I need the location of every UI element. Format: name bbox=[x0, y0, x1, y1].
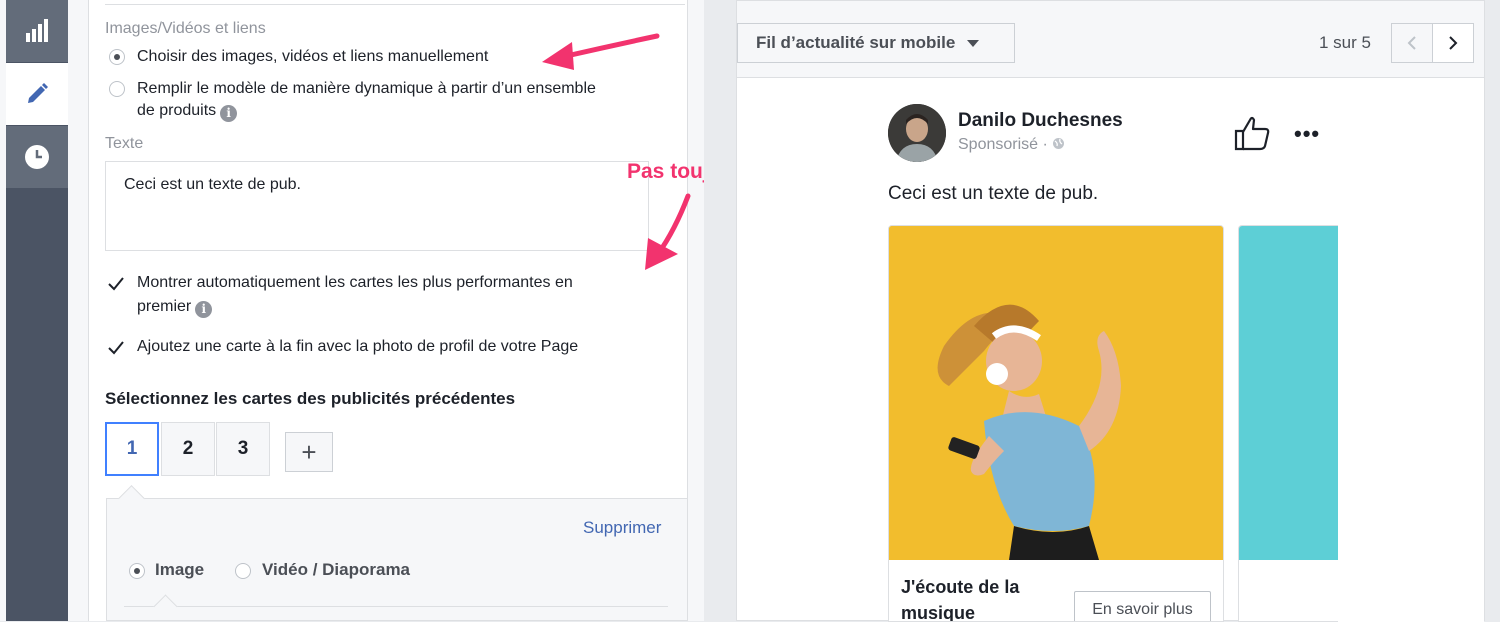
post-text: Ceci est un texte de pub. bbox=[888, 183, 1099, 204]
media-section-label: Images/Vidéos et liens bbox=[105, 20, 266, 37]
like-icon[interactable] bbox=[1233, 114, 1271, 152]
pager-text: 1 sur 5 bbox=[1319, 33, 1371, 52]
media-image-label: Image bbox=[155, 560, 205, 579]
rail-edit-button[interactable] bbox=[6, 63, 68, 125]
checkbox-end-card[interactable] bbox=[107, 339, 125, 357]
radio-manual-label: Choisir des images, vidéos et liens manu… bbox=[137, 48, 489, 65]
cards-heading: Sélectionnez les cartes des publicités p… bbox=[105, 389, 516, 408]
clock-icon bbox=[25, 145, 49, 169]
delete-card-link[interactable]: Supprimer bbox=[583, 518, 661, 538]
radio-media-image[interactable] bbox=[129, 563, 145, 579]
chevron-right-icon bbox=[1449, 36, 1458, 50]
divider bbox=[124, 606, 668, 607]
card-title-line1: J'écoute de la bbox=[901, 577, 1020, 597]
carousel-card-1[interactable]: J'écoute de la musique En savoir plus bbox=[888, 225, 1224, 622]
radio-dynamic-label: Remplir le modèle de manière dynamique à… bbox=[137, 80, 596, 97]
pencil-icon bbox=[28, 83, 48, 103]
bar-chart-icon bbox=[26, 19, 48, 42]
placement-dropdown[interactable]: Fil d’actualité sur mobile bbox=[737, 23, 1015, 63]
check-auto-label-cont: premier bbox=[137, 298, 192, 315]
radio-dynamic-label-cont: de produits bbox=[137, 102, 217, 119]
info-icon[interactable]: i bbox=[195, 301, 213, 318]
card-title: J'écoute de la musique bbox=[901, 574, 1061, 622]
carousel-card-2[interactable] bbox=[1238, 225, 1338, 622]
rail-history-button[interactable] bbox=[6, 126, 68, 188]
side-rail bbox=[6, 0, 68, 621]
next-button[interactable] bbox=[1432, 23, 1474, 63]
ad-preview-panel: Fil d’actualité sur mobile 1 sur 5 Danil… bbox=[704, 0, 1500, 622]
checkbox-auto-cards[interactable] bbox=[107, 275, 125, 293]
text-label: Texte bbox=[105, 135, 144, 152]
sponsored-label: Sponsorisé · bbox=[958, 136, 1065, 154]
radio-dynamic[interactable] bbox=[109, 81, 125, 97]
check-auto-label: Montrer automatiquement les cartes les p… bbox=[137, 274, 573, 291]
card-tab-2[interactable]: 2 bbox=[161, 422, 215, 476]
card-title-line2: musique bbox=[901, 603, 976, 622]
media-video-label: Vidéo / Diaporama bbox=[262, 560, 411, 579]
card-tab-3[interactable]: 3 bbox=[216, 422, 270, 476]
card-photo bbox=[889, 226, 1223, 560]
check-auto-label-2: premier i bbox=[137, 296, 213, 318]
ad-text-input[interactable]: Ceci est un texte de pub. bbox=[105, 161, 649, 251]
carousel-clip bbox=[1338, 225, 1484, 622]
radio-manual[interactable] bbox=[109, 49, 125, 65]
rail-stats-button[interactable] bbox=[6, 0, 68, 62]
post-author[interactable]: Danilo Duchesnes bbox=[958, 110, 1123, 132]
profile-photo bbox=[888, 104, 946, 162]
annotation-arrow-1 bbox=[542, 33, 660, 70]
learn-more-button[interactable]: En savoir plus bbox=[1074, 591, 1211, 621]
preview-box: Fil d’actualité sur mobile 1 sur 5 Danil… bbox=[736, 0, 1485, 622]
add-card-button[interactable]: + bbox=[285, 432, 333, 472]
editor-card: Images/Vidéos et liens Choisir des image… bbox=[88, 0, 688, 621]
prev-button[interactable] bbox=[1391, 23, 1433, 63]
card-photo bbox=[1239, 226, 1338, 560]
woman-with-headphones-image bbox=[889, 226, 1223, 560]
ad-editor-panel: Images/Vidéos et liens Choisir des image… bbox=[68, 0, 704, 621]
info-icon[interactable]: i bbox=[220, 105, 238, 122]
check-end-card-label: Ajoutez une carte à la fin avec la photo… bbox=[137, 338, 579, 355]
globe-icon bbox=[1053, 138, 1065, 149]
sponsored-text: Sponsorisé · bbox=[958, 136, 1053, 153]
radio-media-video[interactable] bbox=[235, 563, 251, 579]
preview-toolbar: Fil d’actualité sur mobile 1 sur 5 bbox=[737, 1, 1484, 78]
chevron-left-icon bbox=[1407, 36, 1416, 50]
avatar bbox=[888, 104, 946, 162]
annotation-arrow-2 bbox=[645, 193, 691, 270]
radio-dynamic-label-2: de produits i bbox=[137, 100, 238, 122]
placement-label: Fil d’actualité sur mobile bbox=[756, 33, 956, 52]
card-tab-1[interactable]: 1 bbox=[105, 422, 159, 476]
divider bbox=[105, 4, 685, 5]
chevron-down-icon bbox=[967, 39, 980, 47]
more-options-icon[interactable]: ••• bbox=[1294, 121, 1320, 147]
